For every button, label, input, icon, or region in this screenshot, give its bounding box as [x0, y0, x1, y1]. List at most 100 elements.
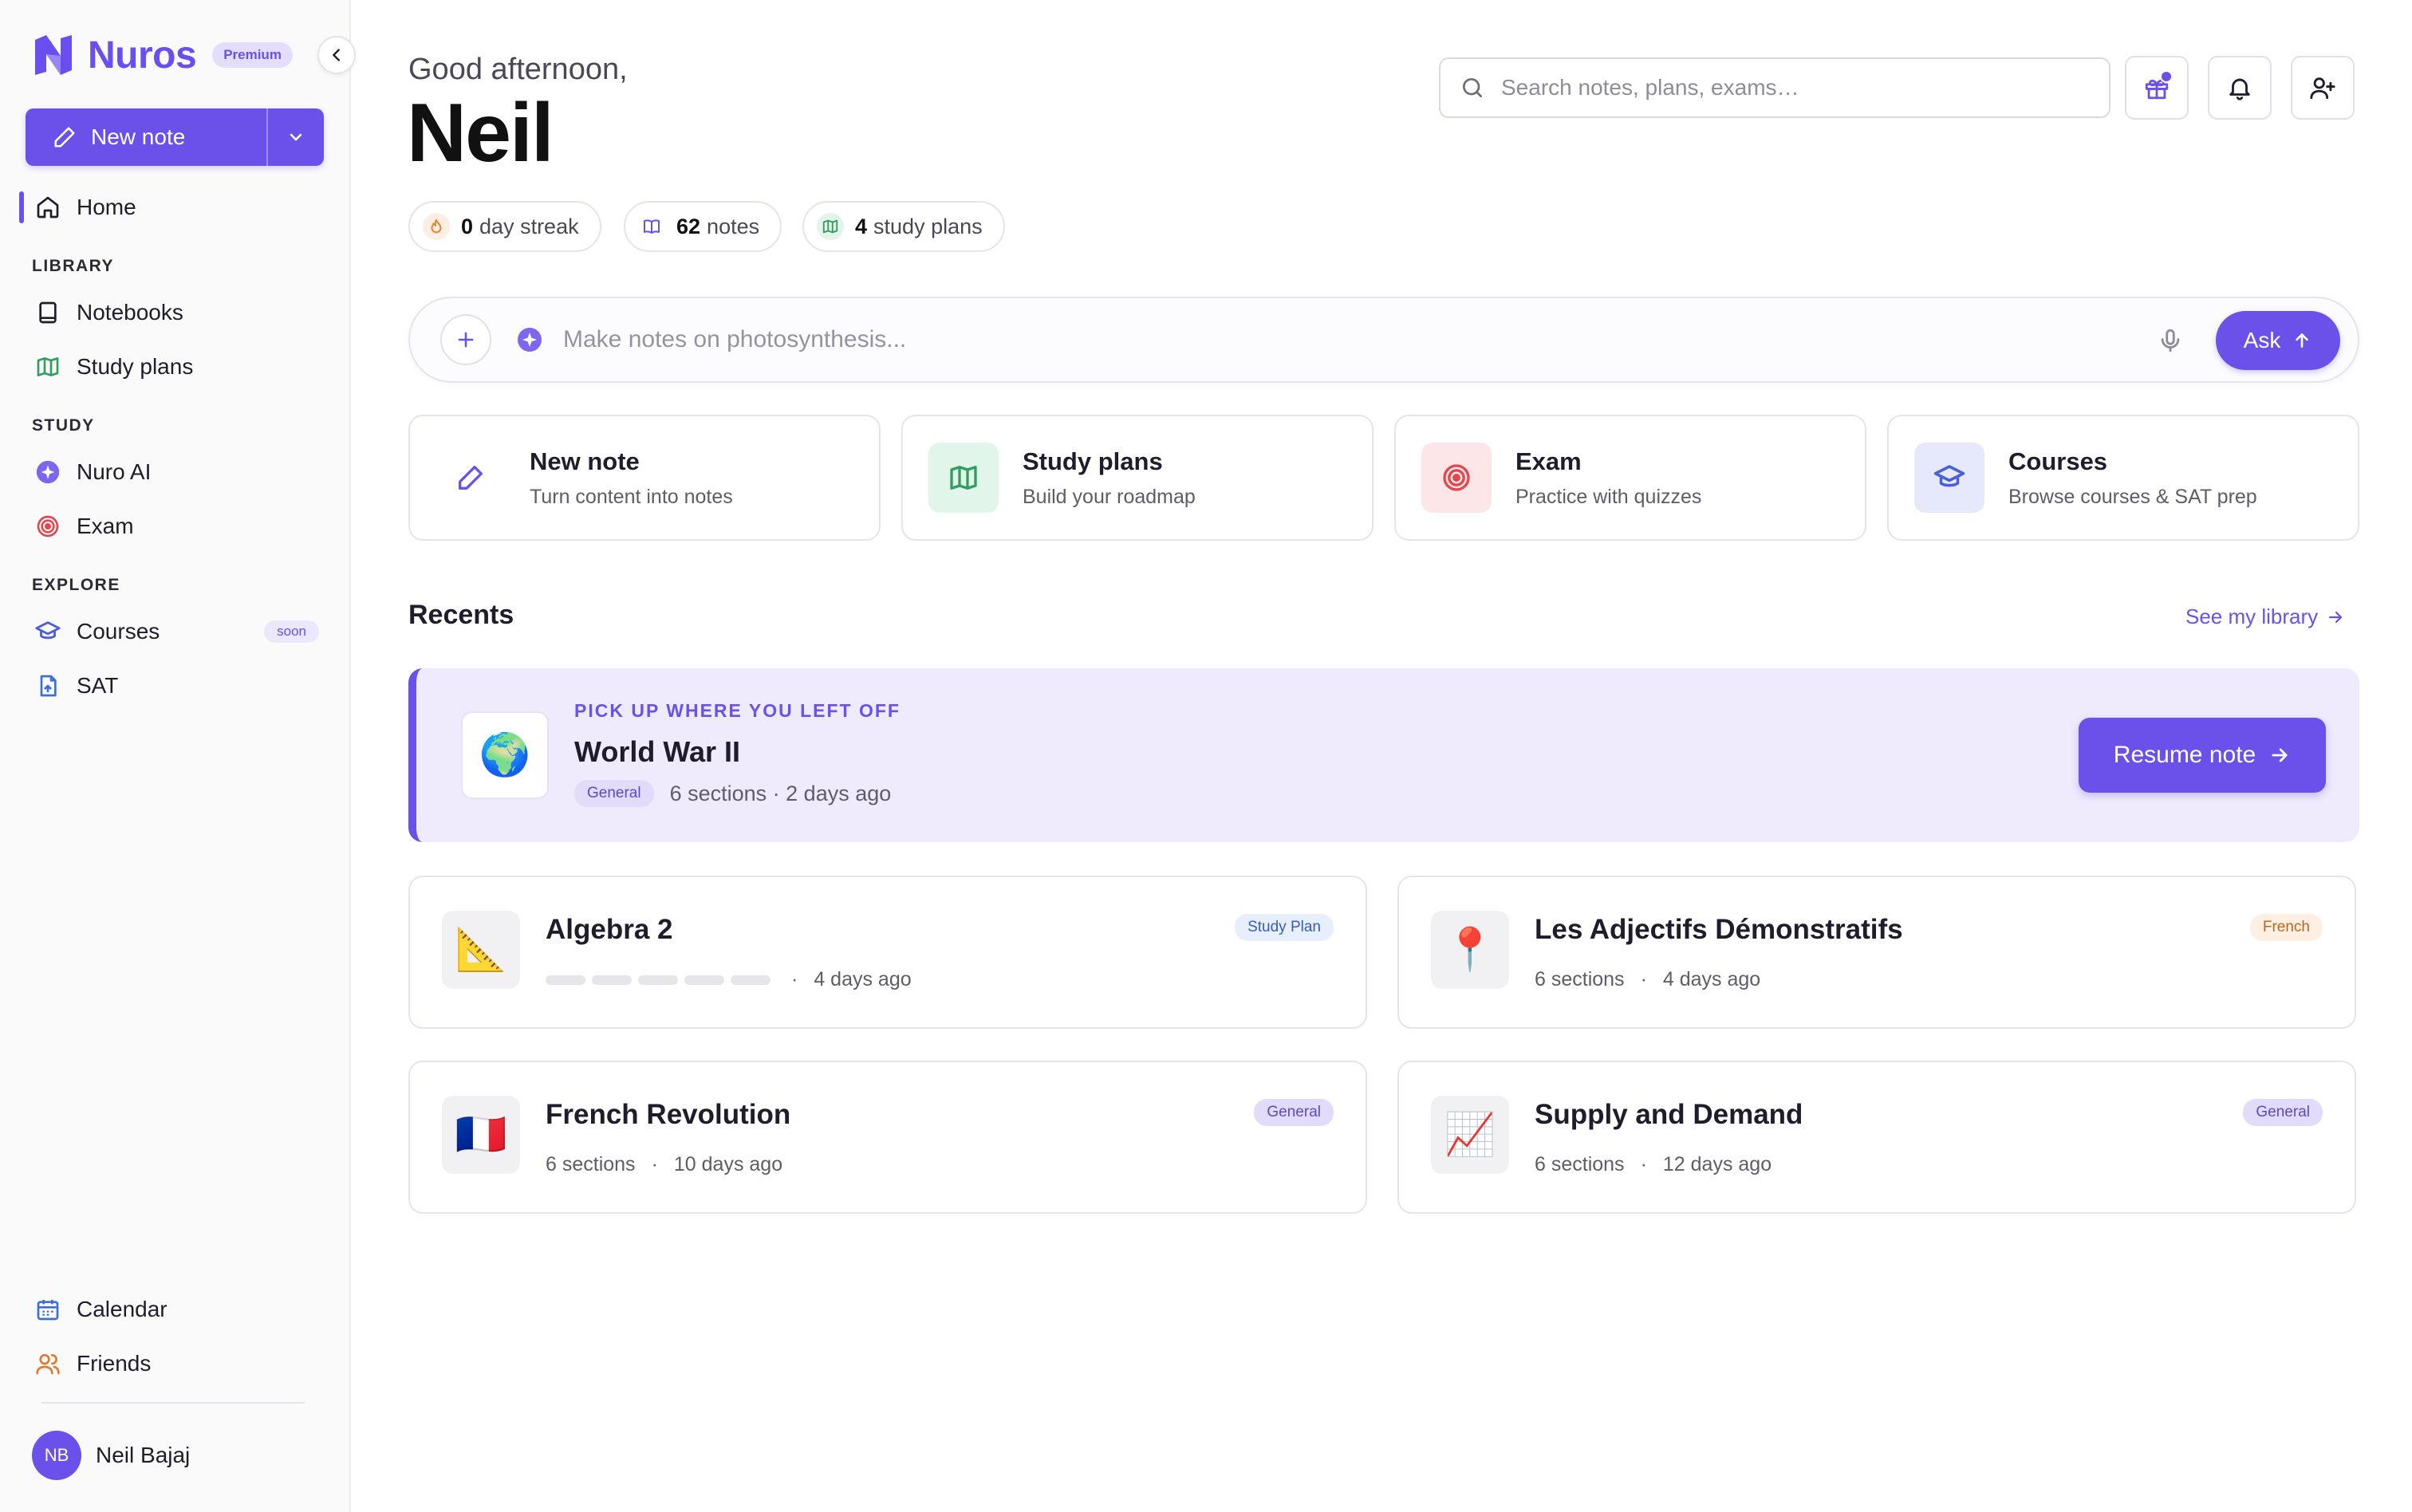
sidebar-item-notebooks[interactable]: Notebooks	[32, 290, 327, 335]
plans-label: study plans	[873, 214, 983, 238]
french-flag-icon: 🇫🇷	[442, 1096, 520, 1174]
brand[interactable]: Nuros Premium	[30, 30, 293, 80]
section-label-library: LIBRARY	[32, 257, 115, 275]
gift-button[interactable]	[2125, 56, 2189, 120]
map-icon	[32, 351, 64, 383]
meta-separator: ·	[1640, 968, 1647, 990]
meta-separator: ·	[791, 968, 798, 990]
sidebar-item-label: Home	[77, 195, 136, 219]
progress-segment	[546, 975, 585, 985]
sidebar-item-label: Friends	[77, 1351, 152, 1376]
note-time: 4 days ago	[1662, 968, 1761, 990]
triangle-ruler-icon: 📐	[442, 911, 520, 989]
notification-dot	[2160, 70, 2173, 83]
note-title: Les Adjectifs Démonstratifs	[1535, 914, 1903, 945]
quick-action-subtitle: Browse courses & SAT prep	[2008, 485, 2257, 508]
quick-action-exam[interactable]: Exam Practice with quizzes	[1394, 415, 1866, 541]
chevron-left-icon	[333, 49, 340, 61]
new-note-button-group: New note	[26, 108, 324, 166]
resume-card[interactable]: 🌍 PICK UP WHERE YOU LEFT OFF World War I…	[408, 668, 2359, 842]
study-plan-progress	[546, 975, 777, 985]
quick-action-title: Courses	[2008, 447, 2108, 475]
attach-button[interactable]	[440, 314, 491, 365]
meta-separator: ·	[1640, 1153, 1647, 1175]
ask-bar: Ask	[408, 297, 2359, 383]
ask-button-label: Ask	[2243, 328, 2281, 352]
sidebar-item-home[interactable]: Home	[19, 185, 327, 230]
sidebar-item-exam[interactable]: Exam	[32, 504, 327, 549]
quick-action-title: Exam	[1515, 447, 1582, 475]
see-library-link[interactable]: See my library	[2185, 604, 2345, 629]
streak-stat[interactable]: 0 day streak	[408, 201, 601, 252]
sidebar-item-friends[interactable]: Friends	[32, 1341, 327, 1386]
search-icon	[1463, 78, 1482, 97]
notes-stat[interactable]: 62 notes	[624, 201, 782, 252]
new-note-button[interactable]: New note	[26, 108, 266, 166]
ask-button[interactable]: Ask	[2216, 311, 2340, 370]
note-sections: 6 sections	[546, 1153, 636, 1175]
notes-value: 62	[676, 214, 701, 238]
resume-button-label: Resume note	[2113, 742, 2256, 768]
graduation-cap-icon	[32, 616, 64, 648]
sidebar-item-calendar[interactable]: Calendar	[32, 1287, 327, 1332]
note-time: 4 days ago	[814, 968, 912, 990]
tag-badge: General	[2243, 1099, 2323, 1126]
quick-action-subtitle: Build your roadmap	[1023, 485, 1196, 508]
sidebar-item-nuro-ai[interactable]: Nuro AI	[32, 450, 327, 494]
map-icon	[928, 443, 999, 513]
arrow-right-icon	[2272, 748, 2288, 762]
mic-icon[interactable]	[2157, 327, 2184, 354]
resume-note-button[interactable]: Resume note	[2079, 718, 2326, 793]
note-title: French Revolution	[546, 1099, 791, 1130]
note-meta: 6 sections · 12 days ago	[1535, 1153, 1772, 1176]
sidebar-item-label: SAT	[77, 673, 119, 698]
user-profile[interactable]: NB Neil Bajaj	[32, 1431, 190, 1480]
search-input[interactable]	[1501, 75, 2075, 100]
user-name: Neil Bajaj	[96, 1443, 191, 1467]
user-plus-icon	[2310, 77, 2335, 100]
sidebar-item-courses[interactable]: Courses soon	[32, 609, 327, 654]
plus-icon	[458, 332, 474, 348]
plans-value: 4	[855, 214, 868, 238]
note-card-algebra-2[interactable]: 📐 Algebra 2 Study Plan · 4 days ago	[408, 876, 1367, 1029]
notifications-button[interactable]	[2208, 56, 2272, 120]
sidebar-item-study-plans[interactable]: Study plans	[32, 345, 327, 389]
note-card-les-adjectifs[interactable]: 📍 Les Adjectifs Démonstratifs French 6 s…	[1397, 876, 2356, 1029]
quick-action-subtitle: Practice with quizzes	[1515, 485, 1702, 508]
graduation-cap-icon	[1914, 443, 1984, 513]
sidebar-item-label: Nuro AI	[77, 459, 152, 484]
tag-badge: French	[2249, 914, 2323, 941]
quick-action-study-plans[interactable]: Study plans Build your roadmap	[901, 415, 1374, 541]
nuros-logo-icon	[35, 35, 72, 75]
sparkle-icon	[32, 456, 64, 488]
note-time: 12 days ago	[1662, 1153, 1772, 1175]
ask-input[interactable]	[563, 326, 2142, 353]
collapse-sidebar-button[interactable]	[317, 36, 356, 74]
premium-badge: Premium	[212, 42, 293, 68]
note-emoji: 🌍	[479, 732, 531, 778]
study-plans-stat[interactable]: 4 study plans	[802, 201, 1005, 252]
pencil-icon	[54, 127, 75, 148]
note-sections: 6 sections	[1535, 1153, 1625, 1175]
pin-icon: 📍	[1431, 911, 1509, 989]
users-icon	[32, 1348, 64, 1380]
progress-segment	[592, 975, 632, 985]
note-meta: · 4 days ago	[546, 968, 912, 991]
book-open-icon	[638, 213, 665, 240]
note-card-supply-and-demand[interactable]: 📈 Supply and Demand General 6 sections ·…	[1397, 1061, 2356, 1214]
quick-action-new-note[interactable]: New note Turn content into notes	[408, 415, 881, 541]
note-emoji: 📐	[455, 927, 507, 973]
arrow-right-icon	[2329, 611, 2343, 623]
quick-action-courses[interactable]: Courses Browse courses & SAT prep	[1887, 415, 2359, 541]
book-icon	[32, 297, 64, 329]
sidebar-divider	[41, 1402, 305, 1404]
sidebar-item-label: Study plans	[77, 354, 194, 379]
new-note-dropdown-button[interactable]	[266, 108, 324, 166]
invite-user-button[interactable]	[2291, 56, 2355, 120]
tag-badge: General	[1254, 1099, 1334, 1126]
resume-meta: General 6 sections · 2 days ago	[574, 780, 891, 807]
sidebar-item-sat[interactable]: SAT	[32, 663, 327, 708]
note-card-french-revolution[interactable]: 🇫🇷 French Revolution General 6 sections …	[408, 1061, 1367, 1214]
target-icon	[32, 510, 64, 542]
streak-label: day streak	[479, 214, 579, 238]
